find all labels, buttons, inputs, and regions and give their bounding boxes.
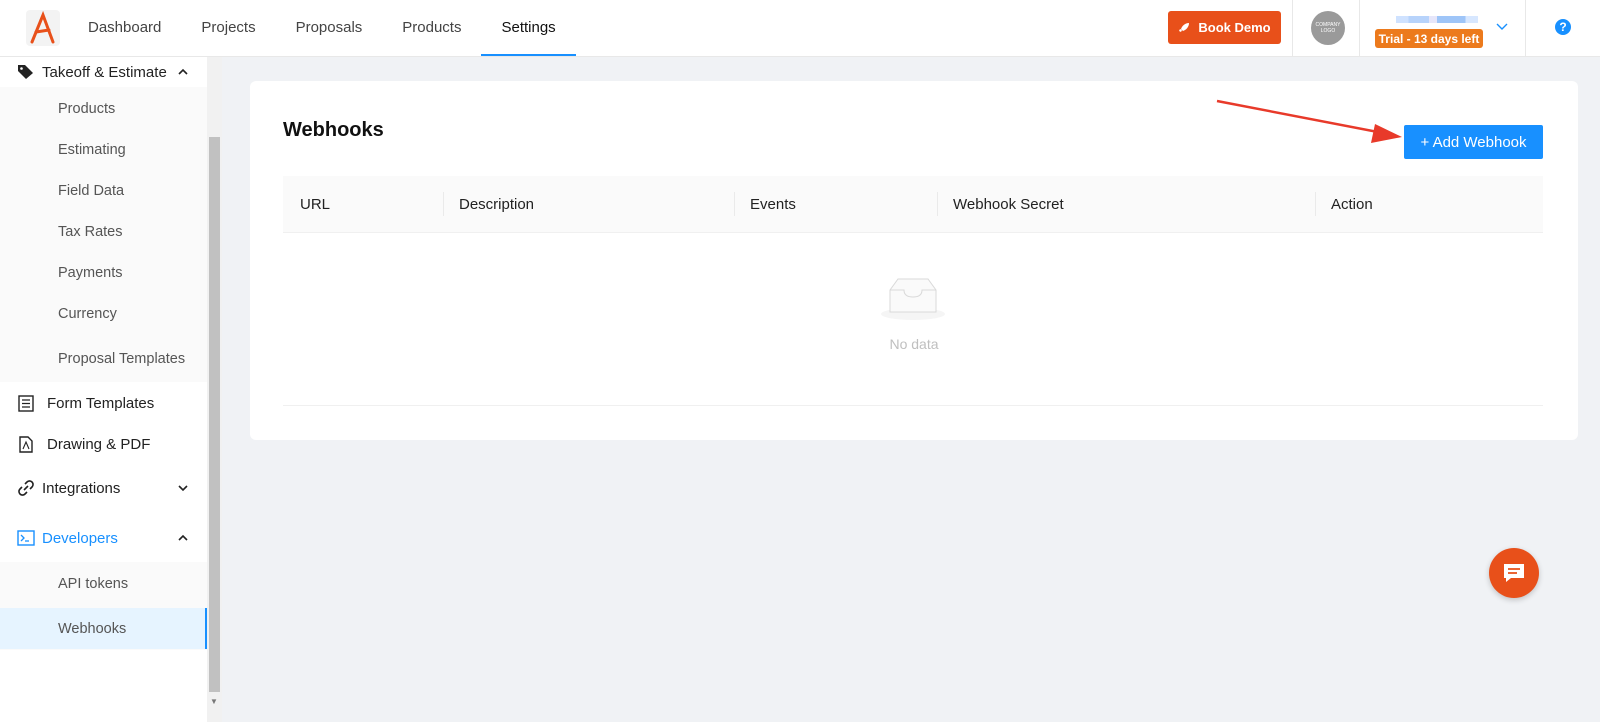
rocket-icon [1179, 22, 1190, 32]
company-logo-text-2: LOGO [1320, 28, 1336, 34]
chevron-down-icon [178, 485, 188, 492]
form-list-icon [16, 393, 36, 413]
nav-settings[interactable]: Settings [481, 0, 576, 56]
sidebar-item-form-templates[interactable]: Form Templates [0, 383, 207, 423]
sidebar-item-tax-rates[interactable]: Tax Rates [0, 211, 207, 252]
sidebar-group-label: Integrations [42, 479, 121, 497]
page-title: Webhooks [283, 119, 384, 141]
divider [1525, 0, 1526, 57]
column-header-events: Events [750, 195, 796, 213]
sidebar-item-proposal-templates[interactable]: Proposal Templates [0, 338, 207, 379]
divider [1359, 0, 1360, 57]
nav-proposals[interactable]: Proposals [276, 0, 383, 56]
column-header-webhook-secret: Webhook Secret [953, 195, 1064, 213]
user-name-redacted [1396, 16, 1478, 23]
sidebar-item-estimating[interactable]: Estimating [0, 129, 207, 170]
company-logo-avatar[interactable]: COMPANY LOGO [1311, 11, 1345, 45]
divider [1292, 0, 1293, 57]
column-header-description: Description [459, 195, 535, 213]
nav-dashboard[interactable]: Dashboard [68, 0, 181, 56]
sidebar-item-field-data[interactable]: Field Data [0, 170, 207, 211]
settings-sidebar: Takeoff & Estimate Products Estimating F… [0, 57, 207, 722]
sidebar-item-api-tokens[interactable]: API tokens [0, 563, 207, 604]
sidebar-scrollbar[interactable]: ▼ [207, 57, 222, 722]
main-nav: Dashboard Projects Proposals Products Se… [68, 0, 576, 57]
link-icon [16, 478, 36, 498]
nav-projects[interactable]: Projects [181, 0, 275, 56]
scrollbar-thumb[interactable] [209, 137, 220, 692]
column-header-action: Action [1331, 195, 1373, 213]
app-logo-icon[interactable] [26, 10, 60, 46]
column-separator [443, 192, 444, 216]
column-separator [937, 192, 938, 216]
table-header: URL Description Events Webhook Secret Ac… [283, 176, 1543, 233]
chevron-down-icon[interactable] [1496, 20, 1508, 32]
chevron-up-icon [178, 68, 188, 75]
help-icon[interactable]: ? [1555, 19, 1571, 35]
terminal-icon [16, 528, 36, 548]
add-webhook-button[interactable]: + Add Webhook [1404, 125, 1543, 159]
table-bottom-border [283, 405, 1543, 406]
book-demo-button[interactable]: Book Demo [1168, 11, 1281, 44]
sidebar-group-integrations[interactable]: Integrations [0, 468, 207, 508]
sidebar-group-label: Developers [42, 529, 118, 547]
book-demo-label: Book Demo [1198, 20, 1271, 35]
column-separator [734, 192, 735, 216]
webhooks-card: Webhooks + Add Webhook URL Description E… [250, 81, 1578, 440]
top-navbar: Dashboard Projects Proposals Products Se… [0, 0, 1600, 57]
sidebar-group-developers[interactable]: Developers [0, 518, 207, 558]
empty-state-text: No data [889, 336, 939, 352]
sidebar-item-drawing-pdf[interactable]: Drawing & PDF [0, 424, 207, 464]
sidebar-group-label: Takeoff & Estimate [42, 63, 167, 81]
sidebar-item-currency[interactable]: Currency [0, 293, 207, 334]
sidebar-group-takeoff[interactable]: Takeoff & Estimate [0, 57, 207, 87]
column-separator [1315, 192, 1316, 216]
annotation-arrow-icon [1216, 99, 1402, 143]
sidebar-item-payments[interactable]: Payments [0, 252, 207, 293]
sidebar-item-products[interactable]: Products [0, 88, 207, 129]
chat-bubble-icon [1504, 564, 1524, 582]
empty-inbox-icon [881, 278, 945, 320]
sidebar-item-label: Drawing & PDF [47, 435, 151, 453]
nav-products[interactable]: Products [382, 0, 481, 56]
pdf-document-icon [16, 434, 36, 454]
scroll-down-arrow-icon[interactable]: ▼ [210, 697, 218, 706]
sidebar-item-label: Form Templates [47, 394, 155, 412]
sidebar-item-webhooks[interactable]: Webhooks [0, 608, 207, 649]
tags-icon [16, 62, 36, 82]
column-header-url: URL [300, 195, 331, 213]
chat-button[interactable] [1489, 548, 1539, 598]
trial-badge[interactable]: Trial - 13 days left [1375, 29, 1483, 48]
chevron-up-icon [178, 534, 188, 541]
